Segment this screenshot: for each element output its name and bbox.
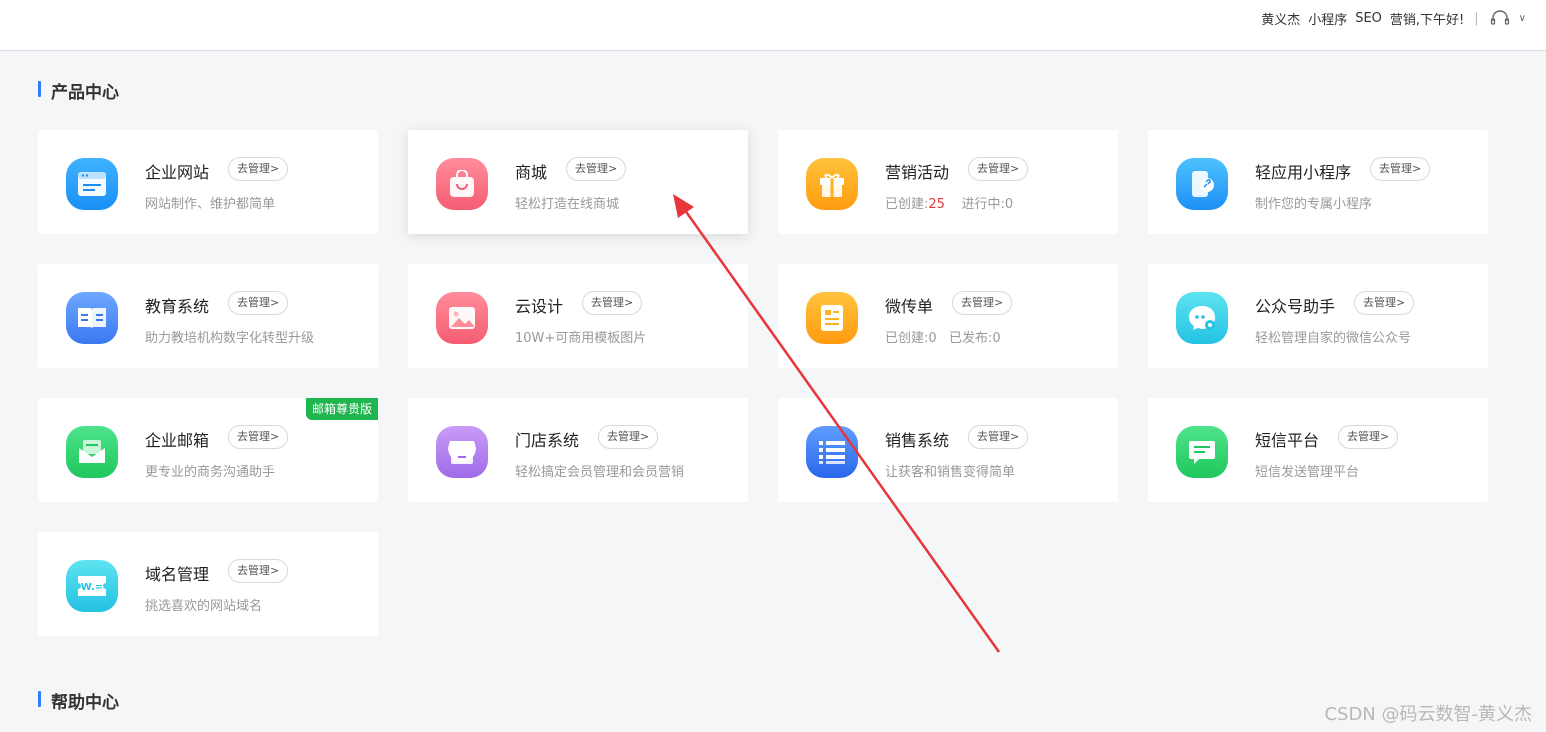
card-mall[interactable]: 商城 去管理> 轻松打造在线商城 (408, 130, 748, 234)
manage-button[interactable]: 去管理> (566, 157, 627, 181)
created-count: 25 (928, 197, 945, 212)
headset-icon[interactable] (1489, 9, 1511, 28)
card-desc: 助力教培机构数字化转型升级 (145, 331, 315, 346)
card-store-system[interactable]: 门店系统 去管理> 轻松搞定会员管理和会员营销 (408, 398, 748, 502)
mail-premium-badge: 邮箱尊贵版 (305, 398, 378, 420)
created-label: 已创建: (885, 197, 929, 212)
card-desc: 短信发送管理平台 (1255, 465, 1360, 480)
user-name[interactable]: 黄义杰 (1261, 9, 1300, 28)
divider: | (1474, 11, 1479, 26)
card-name: 企业邮箱 (145, 431, 210, 450)
card-cloud-design[interactable]: 云设计 去管理> 10W+可商用模板图片 (408, 264, 748, 368)
wechat-chat-icon (1176, 292, 1228, 344)
card-name: 公众号助手 (1255, 297, 1336, 316)
manage-button[interactable]: 去管理> (228, 157, 289, 181)
card-sms-platform[interactable]: 短信平台 去管理> 短信发送管理平台 (1148, 398, 1488, 502)
manage-button[interactable]: 去管理> (952, 291, 1013, 315)
card-name: 企业网站 (145, 163, 210, 182)
list-icon (806, 426, 858, 478)
card-education[interactable]: 教育系统 去管理> 助力教培机构数字化转型升级 (38, 264, 378, 368)
mini-program-icon (1176, 158, 1228, 210)
card-mini-program[interactable]: 轻应用小程序 去管理> 制作您的专属小程序 (1148, 130, 1488, 234)
card-name: 商城 (515, 163, 548, 182)
manage-button[interactable]: 去管理> (1370, 157, 1431, 181)
card-website[interactable]: 企业网站 去管理> 网站制作、维护都简单 (38, 130, 378, 234)
card-name: 教育系统 (145, 297, 210, 316)
manage-button[interactable]: 去管理> (968, 157, 1029, 181)
card-desc: 已创建:0 已发布:0 (885, 331, 1001, 346)
card-desc: 让获客和销售变得简单 (885, 465, 1016, 480)
card-enterprise-mail[interactable]: 邮箱尊贵版 企业邮箱 去管理> 更专业的商务沟通助手 (38, 398, 378, 502)
domain-icon-text: W.= (81, 582, 103, 593)
top-bar: 黄义杰 小程序 SEO 营销,下午好! | ∨ (0, 0, 1546, 51)
gift-icon (806, 158, 858, 210)
image-icon (436, 292, 488, 344)
card-desc: 10W+可商用模板图片 (515, 331, 647, 346)
card-desc: 制作您的专属小程序 (1255, 197, 1373, 212)
card-flyer[interactable]: 微传单 去管理> 已创建:0 已发布:0 (778, 264, 1118, 368)
card-desc: 已创建:25 进行中:0 (885, 193, 1013, 212)
manage-button[interactable]: 去管理> (968, 425, 1029, 449)
card-name: 云设计 (515, 297, 564, 316)
product-center-title: 产品中心 (38, 78, 119, 103)
manage-button[interactable]: 去管理> (1354, 291, 1415, 315)
card-sales-system[interactable]: 销售系统 去管理> 让获客和销售变得简单 (778, 398, 1118, 502)
help-center-title: 帮助中心 (38, 688, 119, 713)
card-domain-management[interactable]: W.= 域名管理 去管理> 挑选喜欢的网站域名 (38, 532, 378, 636)
card-name: 销售系统 (885, 431, 950, 450)
card-desc: 更专业的商务沟通助手 (145, 465, 276, 480)
mini-program-link[interactable]: 小程序 (1308, 9, 1347, 28)
card-marketing[interactable]: 营销活动 去管理> 已创建:25 进行中:0 (778, 130, 1118, 234)
manage-button[interactable]: 去管理> (228, 559, 289, 583)
card-desc: 挑选喜欢的网站域名 (145, 599, 263, 614)
card-name: 微传单 (885, 297, 934, 316)
chevron-down-icon[interactable]: ∨ (1519, 13, 1526, 24)
manage-button[interactable]: 去管理> (228, 425, 289, 449)
shopping-bag-icon (436, 158, 488, 210)
active-count: 进行中:0 (961, 197, 1014, 212)
manage-button[interactable]: 去管理> (598, 425, 659, 449)
card-name: 短信平台 (1255, 431, 1320, 450)
card-name: 域名管理 (145, 565, 210, 584)
domain-icon: W.= (66, 560, 118, 612)
website-icon (66, 158, 118, 210)
book-icon (66, 292, 118, 344)
card-wechat-assistant[interactable]: 公众号助手 去管理> 轻松管理自家的微信公众号 (1148, 264, 1488, 368)
greeting-text: 营销,下午好! (1389, 13, 1465, 28)
card-desc: 轻松打造在线商城 (515, 197, 620, 212)
card-name: 门店系统 (515, 431, 580, 450)
store-icon (436, 426, 488, 478)
card-name: 轻应用小程序 (1255, 163, 1352, 182)
watermark: CSDN @码云数智-黄义杰 (1324, 704, 1532, 725)
card-desc: 轻松搞定会员管理和会员营销 (515, 465, 685, 480)
manage-button[interactable]: 去管理> (582, 291, 643, 315)
manage-button[interactable]: 去管理> (1338, 425, 1399, 449)
card-desc: 轻松管理自家的微信公众号 (1255, 331, 1412, 346)
seo-link[interactable]: SEO (1355, 11, 1382, 26)
flyer-icon (806, 292, 858, 344)
manage-button[interactable]: 去管理> (228, 291, 289, 315)
mail-icon (66, 426, 118, 478)
user-menu: 黄义杰 小程序 SEO 营销,下午好! | ∨ (1253, 9, 1526, 28)
sms-icon (1176, 426, 1228, 478)
card-name: 营销活动 (885, 163, 950, 182)
card-desc: 网站制作、维护都简单 (145, 197, 276, 212)
